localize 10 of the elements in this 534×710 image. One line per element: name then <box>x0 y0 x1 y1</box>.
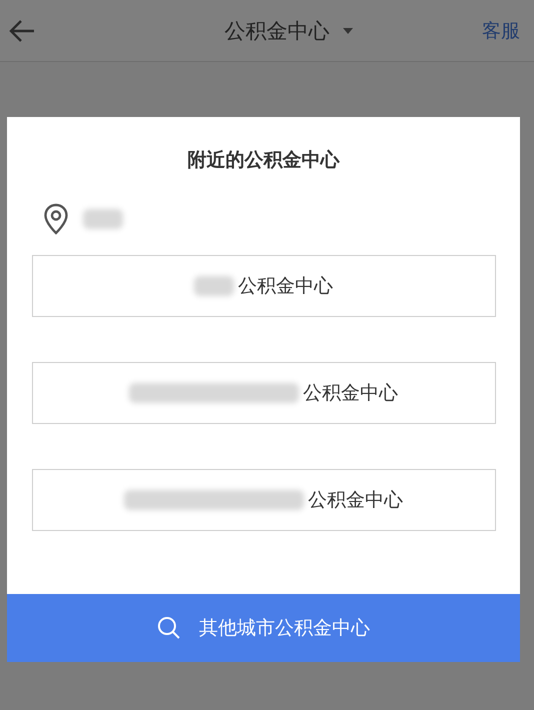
page-title: 公积金中心 <box>224 18 330 44</box>
dialog-title: 附近的公积金中心 <box>188 148 340 173</box>
back-icon[interactable] <box>8 18 36 42</box>
search-icon <box>157 616 181 640</box>
center-option[interactable]: 公积金中心 <box>32 255 496 317</box>
caret-icon[interactable] <box>342 26 354 34</box>
center-option[interactable]: 公积金中心 <box>32 362 496 424</box>
location-pin-icon <box>43 203 69 235</box>
other-cities-button[interactable]: 其他城市公积金中心 <box>7 594 520 662</box>
center-option[interactable]: 公积金中心 <box>32 469 496 531</box>
